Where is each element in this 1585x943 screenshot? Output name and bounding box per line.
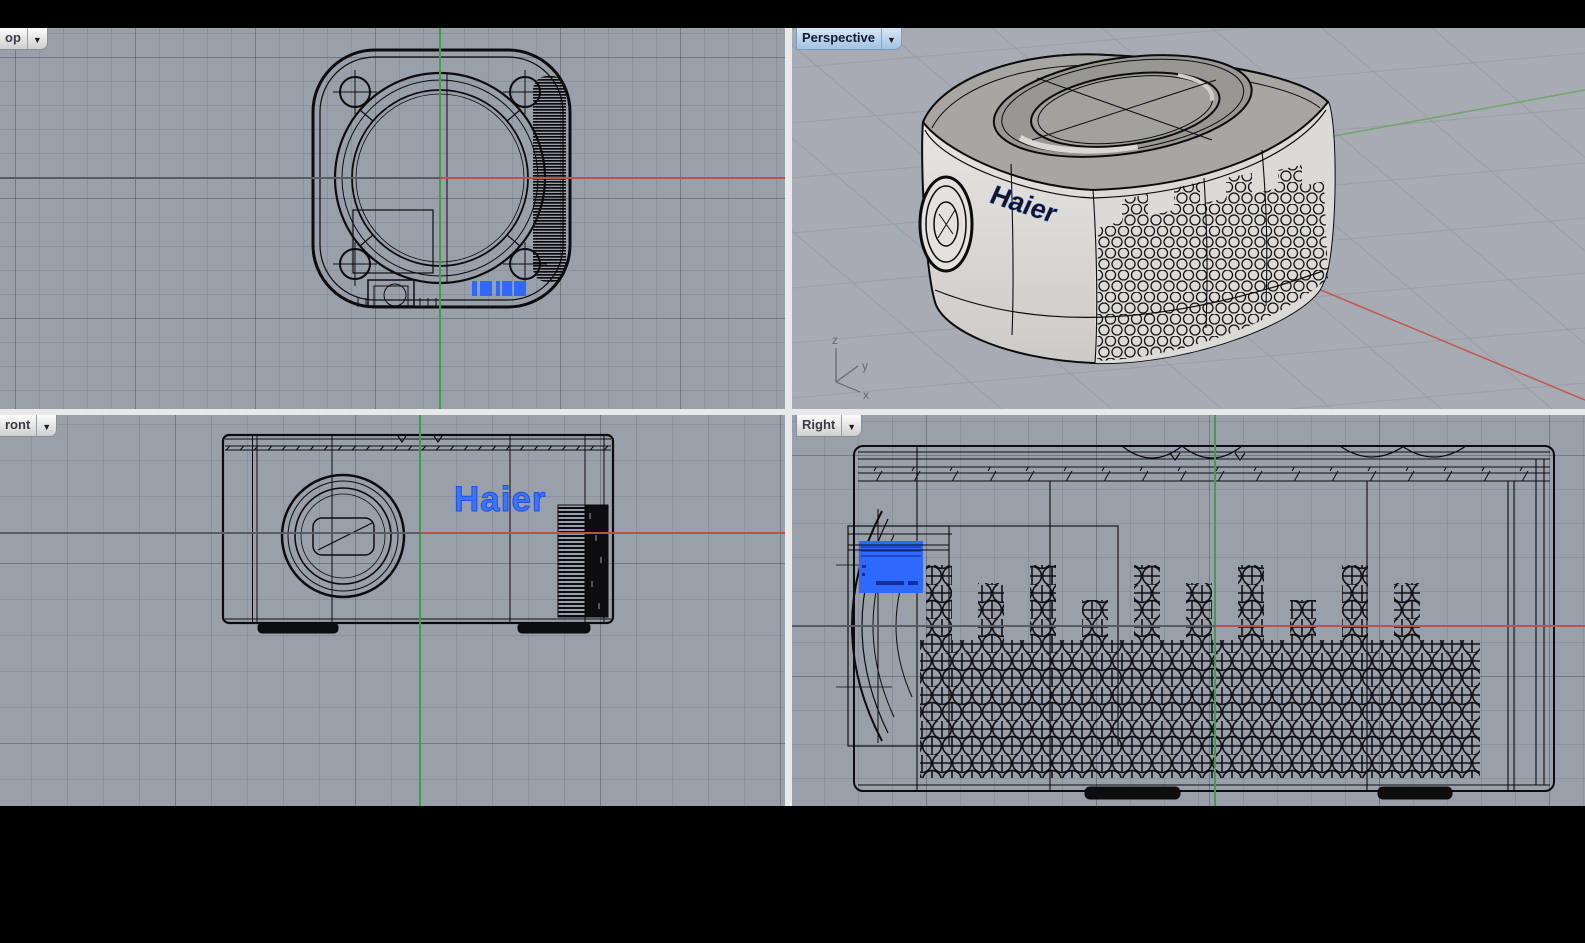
viewport-menu-arrow-icon[interactable]: ▼	[841, 415, 861, 436]
gizmo-y-label: y	[862, 359, 868, 373]
z-axis-line	[1214, 415, 1216, 806]
rhino-window: op ▼	[0, 0, 1585, 943]
x-axis-line	[1292, 278, 1585, 400]
y-axis-line	[1312, 90, 1585, 140]
model-perspective-view[interactable]: Haier z y x	[792, 28, 1585, 409]
viewport-tab-front-label: ront	[0, 415, 36, 436]
viewport-perspective[interactable]: Haier z y x Perspective ▼	[792, 28, 1585, 409]
axis-gizmo: z y x	[832, 333, 869, 402]
viewport-tab-front[interactable]: ront ▼	[0, 415, 57, 437]
viewport-menu-arrow-icon[interactable]: ▼	[36, 415, 56, 436]
x-axis-negative-line	[0, 532, 420, 534]
x-axis-line	[440, 177, 785, 179]
model-front-view[interactable]: Haier	[0, 415, 785, 806]
right-foot-left	[1085, 787, 1180, 799]
viewport-tab-perspective[interactable]: Perspective ▼	[796, 28, 902, 50]
viewport-grid: op ▼	[0, 28, 1585, 806]
top-black-bar	[0, 0, 1585, 28]
viewport-tab-right-label: Right	[797, 415, 841, 436]
y-axis-line	[1215, 625, 1585, 627]
viewport-tab-top-label: op	[0, 28, 27, 49]
right-view-perforations	[920, 565, 1480, 778]
brand-logo-text: Haier	[454, 480, 547, 519]
model-right-view[interactable]	[792, 415, 1585, 806]
y-axis-line	[439, 28, 441, 409]
y-axis-negative-line	[792, 625, 1215, 627]
viewport-menu-arrow-icon[interactable]: ▼	[27, 28, 47, 49]
perspective-lens	[920, 177, 972, 271]
gizmo-x-label: x	[863, 388, 869, 402]
viewport-front[interactable]: Haier ront ▼	[0, 415, 785, 806]
viewport-menu-arrow-icon[interactable]: ▼	[881, 28, 901, 49]
top-view-logo-marks	[472, 281, 526, 296]
viewport-top[interactable]: op ▼	[0, 28, 785, 409]
front-view-grille	[558, 505, 608, 617]
right-foot-right	[1378, 787, 1452, 799]
model-top-view[interactable]	[0, 28, 785, 409]
z-axis-line	[419, 415, 421, 806]
viewport-tab-right[interactable]: Right ▼	[796, 415, 862, 437]
front-foot-right	[518, 623, 590, 633]
viewport-tab-perspective-label: Perspective	[797, 28, 881, 49]
gizmo-z-label: z	[832, 333, 838, 347]
front-foot-left	[258, 623, 338, 633]
viewport-tab-top[interactable]: op ▼	[0, 28, 48, 50]
x-axis-negative-line	[0, 177, 440, 179]
x-axis-line	[420, 532, 785, 534]
perspective-model[interactable]: Haier	[920, 40, 1335, 363]
bottom-black-bar	[0, 806, 1585, 943]
viewport-right[interactable]: Right ▼	[792, 415, 1585, 806]
